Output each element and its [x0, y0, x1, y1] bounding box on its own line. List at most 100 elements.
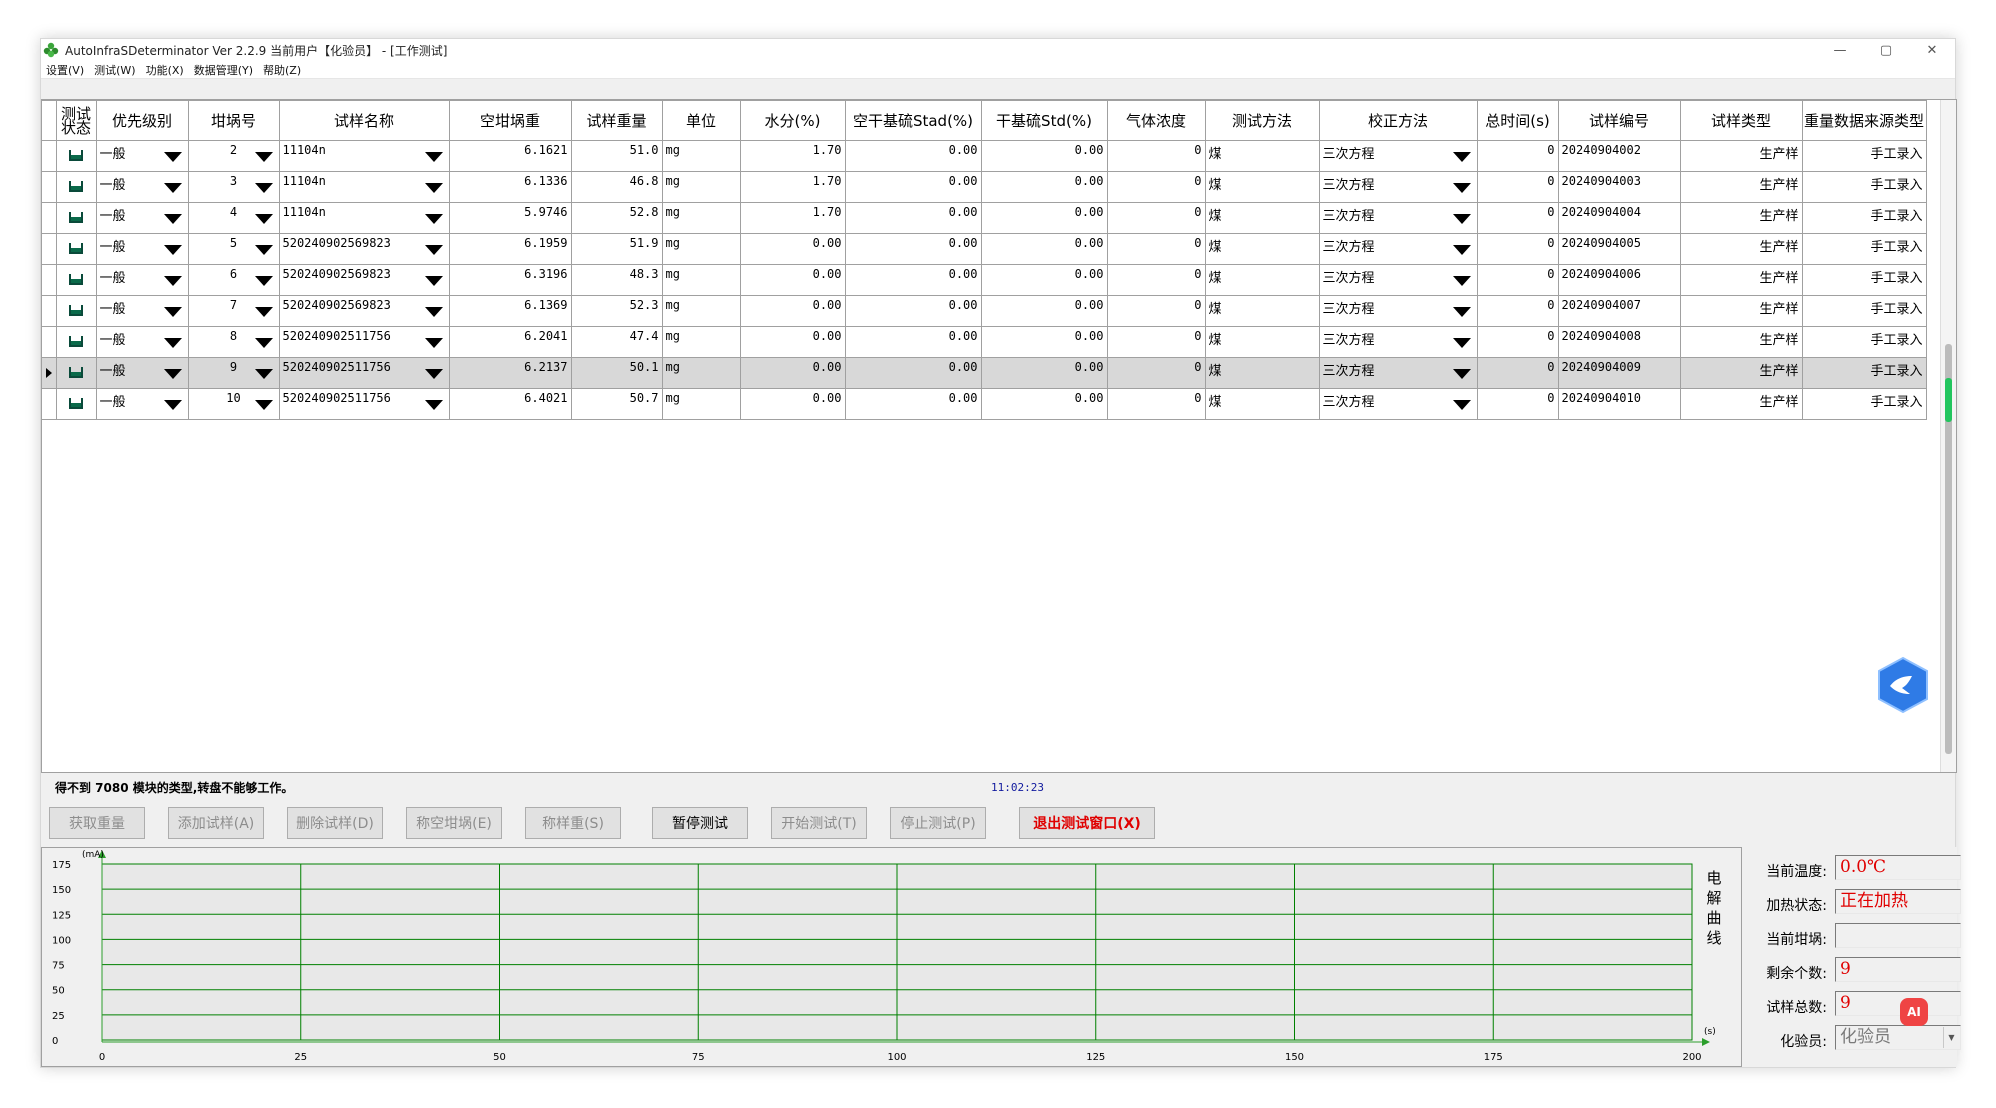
cell-status[interactable]	[55, 326, 97, 358]
ai-assistant-icon[interactable]: AI	[1900, 998, 1928, 1026]
dropdown-arrow-icon[interactable]	[254, 245, 273, 255]
cell-crucible[interactable]: 6	[187, 264, 280, 296]
cell-weight-source[interactable]: 手工录入	[1801, 202, 1927, 234]
table-row[interactable]: 一般 6 520240902569823 6.3196 48.3 mg 0.00 0.00 0.…	[42, 264, 1927, 296]
dropdown-arrow-icon[interactable]	[163, 183, 182, 193]
cell-sample-type[interactable]: 生产样	[1679, 233, 1803, 265]
table-row[interactable]: 一般 2 11104n 6.1621 51.0 mg 1.70 0.00 0.00 0 煤三次方程 0…	[42, 140, 1927, 172]
cell-weight-source[interactable]: 手工录入	[1801, 171, 1927, 203]
cell-method[interactable]: 煤	[1204, 388, 1320, 420]
cell-total-time[interactable]: 0	[1476, 357, 1559, 389]
cell-crucible[interactable]: 9	[187, 357, 280, 389]
row-indicator[interactable]	[42, 233, 57, 265]
cell-method[interactable]: 煤	[1204, 264, 1320, 296]
dropdown-arrow-icon[interactable]	[163, 214, 182, 224]
cell-correction[interactable]: 三次方程	[1318, 326, 1478, 358]
dropdown-arrow-icon[interactable]	[1452, 369, 1471, 379]
cell-std[interactable]: 0.00	[980, 295, 1108, 327]
cell-weight-source[interactable]: 手工录入	[1801, 326, 1927, 358]
cell-method[interactable]: 煤	[1204, 202, 1320, 234]
cell-stad[interactable]: 0.00	[844, 202, 982, 234]
cell-status[interactable]	[55, 264, 97, 296]
table-row[interactable]: 一般 5 520240902569823 6.1959 51.9 mg 0.00 0.00 0.…	[42, 233, 1927, 265]
cell-stad[interactable]: 0.00	[844, 140, 982, 172]
cell-sample-type[interactable]: 生产样	[1679, 357, 1803, 389]
cell-sample-type[interactable]: 生产样	[1679, 295, 1803, 327]
cell-sample-weight[interactable]: 52.8	[570, 202, 663, 234]
table-row[interactable]: 一般 9 520240902511756 6.2137 50.1 mg 0.00 0.00 0.…	[42, 357, 1927, 389]
cell-stad[interactable]: 0.00	[844, 388, 982, 420]
cell-sample-name[interactable]: 520240902569823	[278, 233, 450, 265]
table-row[interactable]: 一般 10 520240902511756 6.4021 50.7 mg 0.00 0.00 0…	[42, 388, 1927, 420]
cell-sample-type[interactable]: 生产样	[1679, 171, 1803, 203]
cell-empty-weight[interactable]: 6.1369	[448, 295, 572, 327]
dropdown-arrow-icon[interactable]	[424, 338, 443, 348]
cell-sample-no[interactable]: 20240904008	[1557, 326, 1681, 358]
cell-crucible[interactable]: 8	[187, 326, 280, 358]
cell-sample-no[interactable]: 20240904002	[1557, 140, 1681, 172]
cell-sample-no[interactable]: 20240904007	[1557, 295, 1681, 327]
col-header-stad[interactable]: 空干基硫Stad(%)	[844, 100, 982, 141]
cell-priority[interactable]: 一般	[95, 171, 189, 203]
cell-correction[interactable]: 三次方程	[1318, 171, 1478, 203]
cell-crucible[interactable]: 3	[187, 171, 280, 203]
table-row[interactable]: 一般 3 11104n 6.1336 46.8 mg 1.70 0.00 0.00 0 煤三次方程 0…	[42, 171, 1927, 203]
dropdown-arrow-icon[interactable]	[424, 276, 443, 286]
cell-sample-weight[interactable]: 52.3	[570, 295, 663, 327]
cell-std[interactable]: 0.00	[980, 388, 1108, 420]
cell-unit[interactable]: mg	[661, 357, 741, 389]
cell-sample-name[interactable]: 520240902511756	[278, 388, 450, 420]
cell-empty-weight[interactable]: 6.3196	[448, 264, 572, 296]
cell-weight-source[interactable]: 手工录入	[1801, 264, 1927, 296]
cell-sample-weight[interactable]: 46.8	[570, 171, 663, 203]
row-indicator[interactable]	[42, 171, 57, 203]
cell-weight-source[interactable]: 手工录入	[1801, 140, 1927, 172]
dropdown-arrow-icon[interactable]	[1452, 400, 1471, 410]
add-sample-button[interactable]: 添加试样(A)	[168, 807, 264, 839]
cell-method[interactable]: 煤	[1204, 326, 1320, 358]
dropdown-arrow-icon[interactable]	[163, 369, 182, 379]
cell-std[interactable]: 0.00	[980, 171, 1108, 203]
table-row[interactable]: 一般 8 520240902511756 6.2041 47.4 mg 0.00 0.00 0.…	[42, 326, 1927, 358]
cell-sample-weight[interactable]: 47.4	[570, 326, 663, 358]
dropdown-arrow-icon[interactable]	[1452, 214, 1471, 224]
cell-priority[interactable]: 一般	[95, 140, 189, 172]
dropdown-arrow-icon[interactable]	[1452, 338, 1471, 348]
cell-total-time[interactable]: 0	[1476, 264, 1559, 296]
cell-sample-type[interactable]: 生产样	[1679, 388, 1803, 420]
cell-empty-weight[interactable]: 6.1621	[448, 140, 572, 172]
dropdown-arrow-icon[interactable]	[424, 214, 443, 224]
stop-test-button[interactable]: 停止测试(P)	[890, 807, 986, 839]
cell-moisture[interactable]: 0.00	[739, 388, 846, 420]
cell-status[interactable]	[55, 357, 97, 389]
cell-sample-type[interactable]: 生产样	[1679, 326, 1803, 358]
dropdown-arrow-icon[interactable]	[424, 183, 443, 193]
menu-function[interactable]: 功能(X)	[141, 62, 189, 78]
cell-sample-no[interactable]: 20240904006	[1557, 264, 1681, 296]
cell-sample-name[interactable]: 520240902511756	[278, 326, 450, 358]
col-header-method[interactable]: 测试方法	[1204, 100, 1320, 141]
operator-select[interactable]: 化验员 ▼	[1835, 1025, 1961, 1050]
cell-correction[interactable]: 三次方程	[1318, 202, 1478, 234]
cell-stad[interactable]: 0.00	[844, 171, 982, 203]
col-header-sample-name[interactable]: 试样名称	[278, 100, 450, 141]
cell-empty-weight[interactable]: 5.9746	[448, 202, 572, 234]
table-row[interactable]: 一般 7 520240902569823 6.1369 52.3 mg 0.00 0.00 0.…	[42, 295, 1927, 327]
dropdown-arrow-icon[interactable]	[163, 245, 182, 255]
chevron-down-icon[interactable]: ▼	[1943, 1027, 1959, 1048]
cell-priority[interactable]: 一般	[95, 202, 189, 234]
restore-button[interactable]: ▢	[1863, 39, 1909, 61]
close-button[interactable]: ✕	[1909, 39, 1955, 61]
dropdown-arrow-icon[interactable]	[1452, 245, 1471, 255]
cell-total-time[interactable]: 0	[1476, 171, 1559, 203]
cell-unit[interactable]: mg	[661, 264, 741, 296]
cell-unit[interactable]: mg	[661, 388, 741, 420]
cell-status[interactable]	[55, 202, 97, 234]
table-row[interactable]: 一般 4 11104n 5.9746 52.8 mg 1.70 0.00 0.00 0 煤三次方程 0…	[42, 202, 1927, 234]
dropdown-arrow-icon[interactable]	[163, 400, 182, 410]
dropdown-arrow-icon[interactable]	[254, 183, 273, 193]
cell-priority[interactable]: 一般	[95, 264, 189, 296]
cell-std[interactable]: 0.00	[980, 202, 1108, 234]
floating-bird-icon[interactable]	[1876, 656, 1930, 714]
cell-total-time[interactable]: 0	[1476, 295, 1559, 327]
